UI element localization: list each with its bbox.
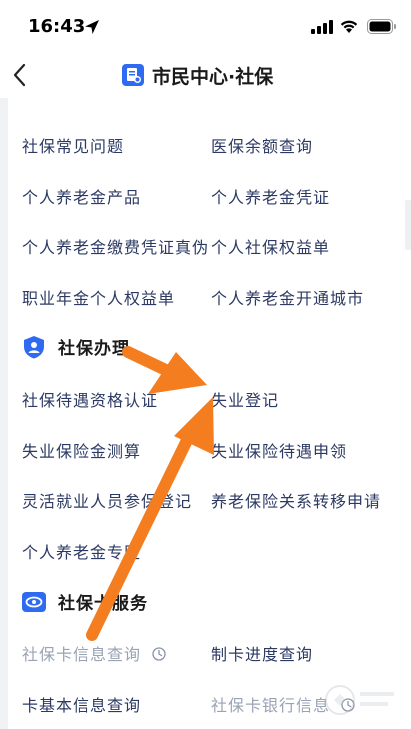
status-time: 16:43: [28, 16, 86, 37]
menu-item-unemployment-calc[interactable]: 失业保险金测算: [22, 438, 141, 462]
menu-item-unemployment-registration[interactable]: 失业登记: [211, 387, 279, 411]
section-header-card: 社保卡服务: [22, 589, 148, 614]
menu-item-pension-cities[interactable]: 个人养老金开通城市: [211, 285, 364, 309]
menu-item-label: 社保卡银行信息: [211, 696, 331, 715]
menu-item-pension-products[interactable]: 个人养老金产品: [22, 184, 141, 208]
section-title-card: 社保卡服务: [58, 594, 148, 614]
eye-card-icon: [22, 591, 46, 612]
menu-item-label: 社保卡信息查询: [22, 645, 142, 664]
chevron-left-icon[interactable]: [10, 62, 30, 88]
clock-circle-icon: [152, 647, 166, 661]
status-bar: 16:43: [0, 0, 411, 52]
wifi-icon: [340, 20, 358, 33]
menu-item-flexible-enrollment[interactable]: 灵活就业人员参保登记: [22, 488, 192, 512]
menu-item-medical-balance[interactable]: 医保余额查询: [211, 133, 313, 157]
nav-bar: 市民中心·社保: [0, 52, 411, 98]
right-panel-edge: [405, 200, 411, 250]
location-arrow-icon: [85, 20, 99, 34]
section-header-handling: 社保办理: [22, 334, 130, 359]
document-badge-icon: [122, 64, 144, 86]
annotation-arrows: [86, 346, 214, 641]
menu-item-pension-transfer[interactable]: 养老保险关系转移申请: [211, 488, 381, 512]
page-title: 市民中心·社保: [152, 65, 274, 88]
menu-item-card-info-query[interactable]: 社保卡信息查询: [22, 641, 166, 665]
battery-icon: [367, 19, 396, 34]
menu-item-pension-payment-verify[interactable]: 个人养老金缴费凭证真伪: [22, 234, 209, 258]
menu-item-pension-certificate[interactable]: 个人养老金凭证: [211, 184, 330, 208]
page-title-group: 市民中心·社保: [122, 62, 273, 88]
menu-item-social-rights-statement[interactable]: 个人社保权益单: [211, 234, 330, 258]
menu-item-card-progress[interactable]: 制卡进度查询: [211, 641, 313, 665]
menu-item-social-security-faq[interactable]: 社保常见问题: [22, 133, 124, 157]
menu-item-unemployment-claim[interactable]: 失业保险待遇申领: [211, 438, 347, 462]
menu-item-pension-zone[interactable]: 个人养老金专区: [22, 539, 141, 563]
section-title-handling: 社保办理: [58, 339, 130, 359]
menu-item-card-basic-info[interactable]: 卡基本信息查询: [22, 692, 141, 716]
cellular-signal-icon: [311, 20, 333, 34]
menu-item-annuity-rights[interactable]: 职业年金个人权益单: [22, 285, 175, 309]
watermark-icon: [325, 685, 394, 715]
left-panel-edge: [0, 98, 8, 729]
menu-item-benefit-qualification[interactable]: 社保待遇资格认证: [22, 387, 158, 411]
shield-person-icon: [24, 335, 44, 358]
